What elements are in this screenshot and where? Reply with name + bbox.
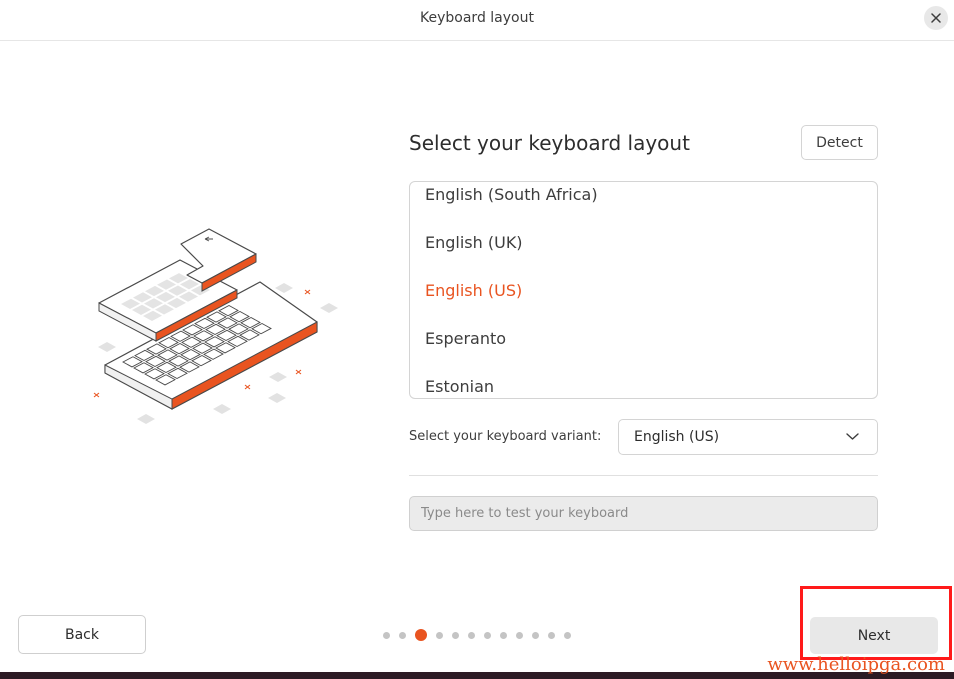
progress-dot (468, 631, 475, 639)
variant-label: Select your keyboard variant: (409, 429, 602, 444)
back-button[interactable]: Back (18, 615, 146, 654)
chevron-down-icon (846, 433, 859, 440)
progress-dot (564, 631, 571, 639)
progress-dot (399, 631, 406, 639)
layout-item-selected[interactable]: English (US) (425, 281, 522, 300)
keyboard-test-input[interactable] (409, 496, 878, 531)
layout-item[interactable]: Esperanto (425, 329, 506, 348)
detect-button[interactable]: Detect (801, 125, 878, 160)
divider (409, 475, 878, 476)
watermark: www.helloipga.com (767, 654, 945, 675)
progress-dot (532, 631, 539, 639)
progress-dot (548, 631, 555, 639)
page-title: Select your keyboard layout (409, 131, 690, 155)
layout-item[interactable]: English (South Africa) (425, 185, 598, 204)
progress-dots (383, 629, 571, 641)
window-title: Keyboard layout (420, 10, 534, 26)
progress-dot (500, 631, 507, 639)
progress-dot (452, 631, 459, 639)
progress-dot (516, 631, 523, 639)
progress-dot (383, 631, 390, 639)
progress-dot (436, 631, 443, 639)
close-button[interactable] (924, 6, 948, 30)
next-button[interactable]: Next (810, 617, 938, 654)
variant-dropdown[interactable]: English (US) (618, 419, 878, 455)
variant-selected-value: English (US) (634, 429, 720, 445)
progress-dot (484, 631, 491, 639)
keyboard-illustration (93, 228, 338, 424)
layout-item[interactable]: Estonian (425, 377, 494, 396)
keyboard-layout-list[interactable]: English (South Africa) English (UK) Engl… (409, 181, 878, 399)
layout-item[interactable]: English (UK) (425, 233, 523, 252)
close-icon (931, 13, 941, 23)
title-bar: Keyboard layout (0, 0, 954, 41)
progress-dot-active (415, 629, 427, 641)
